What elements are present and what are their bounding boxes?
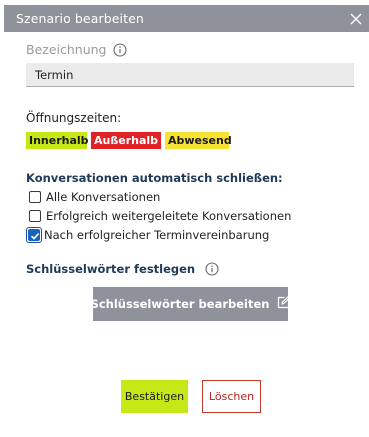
name-field-label: Bezeichnung <box>26 42 127 57</box>
keywords-title: Schlüsselwörter festlegen <box>26 262 219 276</box>
opening-hours-label: Öffnungszeiten: <box>26 111 122 125</box>
delete-button[interactable]: Löschen <box>202 380 261 413</box>
option-label: Erfolgreich weitergeleitete Konversation… <box>46 209 292 223</box>
checkbox-focus-ring <box>26 227 42 243</box>
edit-keywords-label: Schlüsselwörter bearbeiten <box>90 297 270 311</box>
checkbox[interactable] <box>29 210 41 222</box>
confirm-button[interactable]: Bestätigen <box>121 380 188 413</box>
option-label: Alle Konversationen <box>46 190 161 204</box>
name-input[interactable]: Termin <box>26 63 354 87</box>
option-all-conversations[interactable]: Alle Konversationen <box>29 190 160 204</box>
auto-close-title: Konversationen automatisch schließen: <box>26 171 283 185</box>
badge-inside[interactable]: Innerhalb <box>26 132 89 149</box>
option-label: Nach erfolgreicher Terminvereinbarung <box>44 228 270 242</box>
keywords-title-text: Schlüsselwörter festlegen <box>26 262 196 276</box>
edit-icon <box>277 296 291 312</box>
badge-absent[interactable]: Abwesend <box>165 132 232 149</box>
dialog-titlebar: Szenario bearbeiten <box>4 5 369 32</box>
opening-hours-badges: Innerhalb Außerhalb Abwesend <box>26 132 232 149</box>
checkbox[interactable] <box>29 191 41 203</box>
option-forwarded-conversations[interactable]: Erfolgreich weitergeleitete Konversation… <box>29 209 291 223</box>
info-icon[interactable] <box>205 262 219 276</box>
name-label-text: Bezeichnung <box>26 42 107 57</box>
checkbox-checked[interactable] <box>28 229 40 241</box>
option-after-appointment[interactable]: Nach erfolgreicher Terminvereinbarung <box>26 227 270 243</box>
edit-keywords-button[interactable]: Schlüsselwörter bearbeiten <box>90 287 291 321</box>
info-icon[interactable] <box>112 42 127 57</box>
badge-outside[interactable]: Außerhalb <box>91 132 161 149</box>
dialog-title: Szenario bearbeiten <box>16 11 144 26</box>
close-icon[interactable] <box>349 11 363 25</box>
scenario-dialog: Szenario bearbeiten Bezeichnung Termin Ö… <box>0 0 369 437</box>
